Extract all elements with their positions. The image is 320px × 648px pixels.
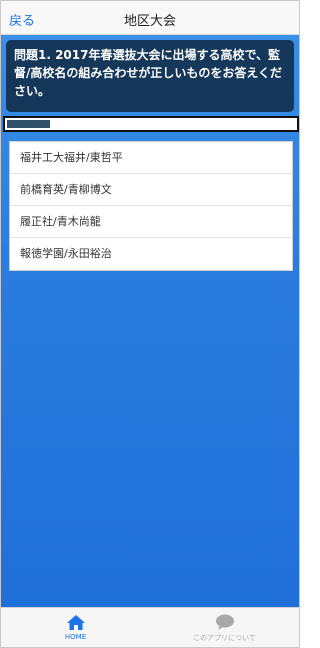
main-content: 問題1. 2017年春選抜大会に出場する高校で、監督/高校名の組み合わせが正しい… xyxy=(1,35,299,607)
tab-home-label: HOME xyxy=(64,633,87,641)
answer-option-1[interactable]: 福井工大福井/東哲平 xyxy=(10,142,292,174)
tab-home[interactable]: HOME xyxy=(1,608,150,647)
home-icon xyxy=(66,615,85,630)
progress-bar xyxy=(3,116,299,132)
chat-bubble-icon xyxy=(215,614,234,630)
tab-bar: HOME このアプリについて xyxy=(1,607,299,647)
answer-option-2[interactable]: 前橋育英/青柳博文 xyxy=(10,174,292,206)
navigation-bar: 戻る 地区大会 xyxy=(1,1,299,35)
answer-option-4[interactable]: 報徳学園/永田裕治 xyxy=(10,238,292,270)
question-text: 問題1. 2017年春選抜大会に出場する高校で、監督/高校名の組み合わせが正しい… xyxy=(14,48,283,98)
question-box: 問題1. 2017年春選抜大会に出場する高校で、監督/高校名の組み合わせが正しい… xyxy=(6,40,294,112)
tab-about-label: このアプリについて xyxy=(193,634,256,642)
app-frame: 戻る 地区大会 問題1. 2017年春選抜大会に出場する高校で、監督/高校名の組… xyxy=(0,0,300,648)
answer-list: 福井工大福井/東哲平 前橋育英/青柳博文 履正社/青木尚龍 報徳学園/永田裕治 xyxy=(9,141,293,271)
tab-about[interactable]: このアプリについて xyxy=(150,608,299,647)
answer-option-3[interactable]: 履正社/青木尚龍 xyxy=(10,206,292,238)
progress-fill xyxy=(7,120,50,128)
page-title: 地区大会 xyxy=(123,14,176,29)
